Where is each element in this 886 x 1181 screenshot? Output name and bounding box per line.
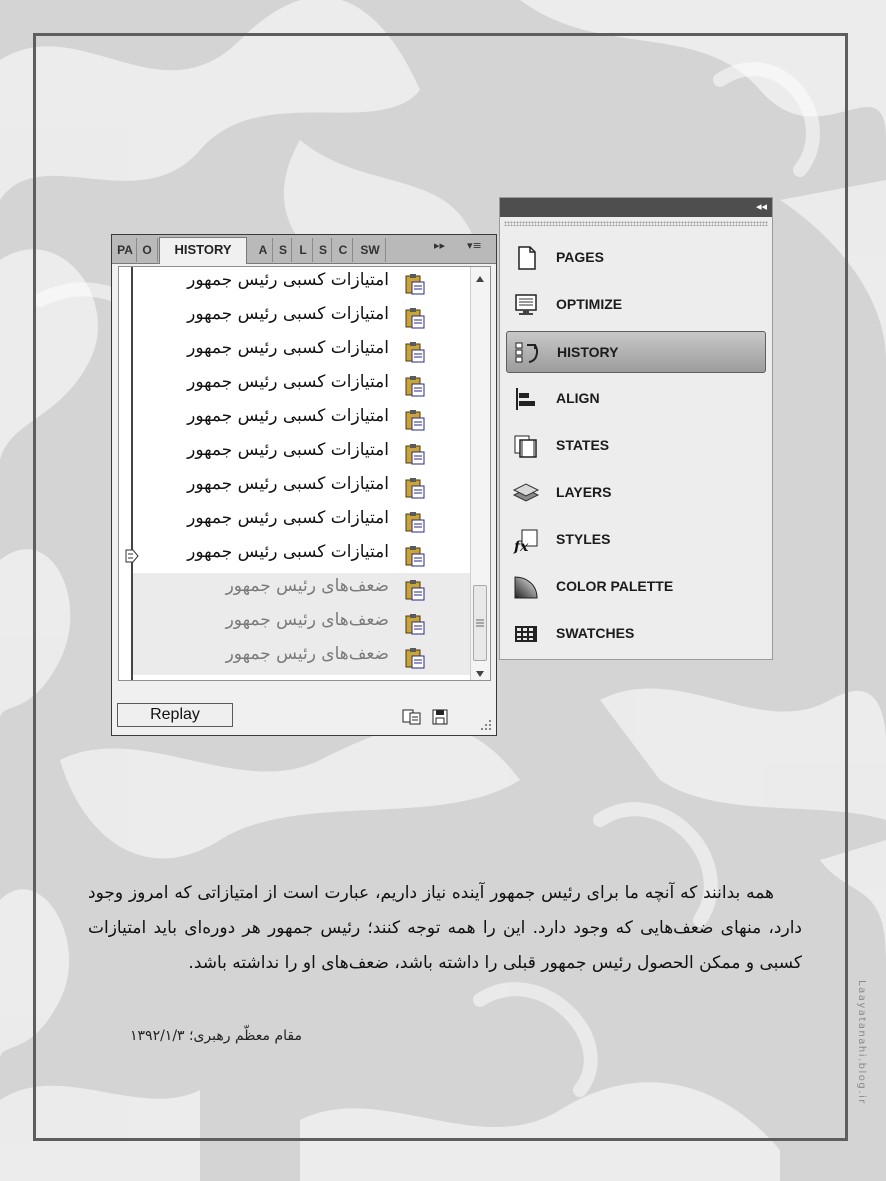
history-item-label: امتیازات کسبی رئیس جمهور	[187, 474, 389, 494]
optimize-icon	[515, 294, 537, 315]
history-item-label: ضعف‌های رئیس جمهور	[225, 644, 389, 664]
tab-swatches[interactable]: SW	[355, 238, 386, 262]
dock-item-label: ALIGN	[556, 390, 600, 406]
history-item[interactable]: امتیازات کسبی رئیس جمهور	[133, 505, 473, 539]
dock-item-history[interactable]: HISTORY	[506, 331, 766, 373]
tab-layers[interactable]: L	[294, 238, 313, 262]
history-item[interactable]: امتیازات کسبی رئیس جمهور	[133, 369, 473, 403]
history-item-label: ضعف‌های رئیس جمهور	[225, 576, 389, 596]
clipboard-icon	[405, 546, 425, 567]
quote-block: همه بدانند که آنچه ما برای رئیس جمهور آی…	[88, 876, 802, 981]
tab-styles[interactable]: S	[315, 238, 332, 262]
svg-text:fx: fx	[513, 539, 529, 554]
history-item-current[interactable]: امتیازات کسبی رئیس جمهور	[125, 539, 473, 573]
history-item[interactable]: امتیازات کسبی رئیس جمهور	[133, 437, 473, 471]
dock-item-label: OPTIMIZE	[556, 296, 623, 312]
styles-icon: fx	[513, 529, 538, 554]
history-item-undone[interactable]: ضعف‌های رئیس جمهور	[133, 641, 473, 675]
swatches-icon	[515, 626, 537, 642]
dock-item-label: STATES	[556, 437, 610, 453]
color-palette-icon	[514, 576, 538, 599]
dock-item-label: HISTORY	[557, 344, 619, 360]
dock-item-states[interactable]: STATES	[506, 425, 766, 467]
collapse-icon[interactable]: ◂◂	[756, 200, 767, 213]
dock-item-layers[interactable]: LAYERS	[506, 472, 766, 514]
panel-tab-bar: PA O HISTORY A S L S C SW ▸▸ ▾≡	[112, 235, 496, 264]
dock-header: ◂◂	[500, 198, 772, 217]
dock-item-color-palette[interactable]: COLOR PALETTE	[506, 566, 766, 608]
history-item-label: امتیازات کسبی رئیس جمهور	[187, 372, 389, 392]
history-item-undone[interactable]: ضعف‌های رئیس جمهور	[133, 607, 473, 641]
clipboard-icon	[405, 444, 425, 465]
history-item-undone[interactable]: ضعف‌های رئیس جمهور	[133, 573, 473, 607]
dock-item-optimize[interactable]: OPTIMIZE	[506, 284, 766, 326]
clipboard-icon	[405, 512, 425, 533]
states-icon	[514, 435, 537, 458]
grip-icon	[476, 619, 484, 627]
tab-optimize[interactable]: O	[137, 238, 158, 262]
clipboard-icon	[405, 648, 425, 669]
history-item-label: امتیازات کسبی رئیس جمهور	[187, 508, 389, 528]
history-item-label: امتیازات کسبی رئیس جمهور	[187, 542, 389, 562]
history-item[interactable]: امتیازات کسبی رئیس جمهور	[133, 403, 473, 437]
dock-item-styles[interactable]: fx STYLES	[506, 519, 766, 561]
dock-item-label: PAGES	[556, 249, 604, 265]
history-item[interactable]: امتیازات کسبی رئیس جمهور	[133, 267, 473, 301]
history-item-label: امتیازات کسبی رئیس جمهور	[187, 406, 389, 426]
clipboard-icon	[405, 580, 425, 601]
history-slider-marker-icon[interactable]	[125, 549, 139, 563]
tab-pages[interactable]: PA	[114, 238, 137, 262]
dock-item-label: SWATCHES	[556, 625, 635, 641]
clipboard-icon	[405, 376, 425, 397]
dock-grip[interactable]	[504, 221, 768, 226]
history-list: امتیازات کسبی رئیس جمهور امتیازات کسبی ر…	[118, 266, 491, 681]
history-item[interactable]: امتیازات کسبی رئیس جمهور	[133, 335, 473, 369]
history-scrollbar[interactable]	[470, 267, 490, 680]
watermark: Laayatanahi.blog.ir	[856, 980, 867, 1105]
dock-item-label: LAYERS	[556, 484, 612, 500]
copy-steps-icon[interactable]	[402, 709, 422, 725]
replay-button[interactable]: Replay	[117, 703, 233, 727]
history-item-label: امتیازات کسبی رئیس جمهور	[187, 440, 389, 460]
history-item[interactable]: امتیازات کسبی رئیس جمهور	[133, 471, 473, 505]
history-icon	[515, 342, 538, 363]
dock-item-swatches[interactable]: SWATCHES	[506, 613, 766, 655]
tab-color[interactable]: C	[334, 238, 353, 262]
dock-item-pages[interactable]: PAGES	[506, 237, 766, 279]
clipboard-icon	[405, 614, 425, 635]
dock-item-label: COLOR PALETTE	[556, 578, 674, 594]
clipboard-icon	[405, 274, 425, 295]
clipboard-icon	[405, 308, 425, 329]
history-item-label: امتیازات کسبی رئیس جمهور	[187, 304, 389, 324]
scroll-thumb[interactable]	[473, 585, 487, 661]
tab-history[interactable]: HISTORY	[159, 237, 247, 264]
tab-states[interactable]: S	[275, 238, 292, 262]
tab-overflow-button[interactable]: ▸▸	[434, 239, 445, 252]
collapsed-panel-dock: ◂◂ PAGES OPTIMIZE HISTORY ALIGN STATES L…	[499, 197, 773, 660]
history-item-label: امتیازات کسبی رئیس جمهور	[187, 270, 389, 290]
clipboard-icon	[405, 342, 425, 363]
align-icon	[516, 388, 535, 410]
history-list-body: امتیازات کسبی رئیس جمهور امتیازات کسبی ر…	[125, 267, 473, 680]
scroll-up-arrow-icon[interactable]	[475, 275, 485, 283]
quote-attribution: مقام معظّم رهبری؛ ۱۳۹۲/۱/۳	[130, 1028, 302, 1044]
quote-text: همه بدانند که آنچه ما برای رئیس جمهور آی…	[88, 883, 802, 973]
pages-icon	[518, 246, 536, 270]
history-panel: PA O HISTORY A S L S C SW ▸▸ ▾≡ امتیازات…	[111, 234, 497, 736]
history-item[interactable]: امتیازات کسبی رئیس جمهور	[133, 301, 473, 335]
panel-menu-button[interactable]: ▾≡	[467, 239, 482, 252]
resize-grip-icon[interactable]	[480, 719, 492, 731]
history-item-label: امتیازات کسبی رئیس جمهور	[187, 338, 389, 358]
scroll-down-arrow-icon[interactable]	[475, 670, 485, 678]
tab-align[interactable]: A	[254, 238, 273, 262]
save-steps-icon[interactable]	[432, 709, 448, 725]
dock-item-label: STYLES	[556, 531, 611, 547]
clipboard-icon	[405, 410, 425, 431]
layers-icon	[512, 483, 540, 502]
history-item-label: ضعف‌های رئیس جمهور	[225, 610, 389, 630]
dock-item-align[interactable]: ALIGN	[506, 378, 766, 420]
clipboard-icon	[405, 478, 425, 499]
